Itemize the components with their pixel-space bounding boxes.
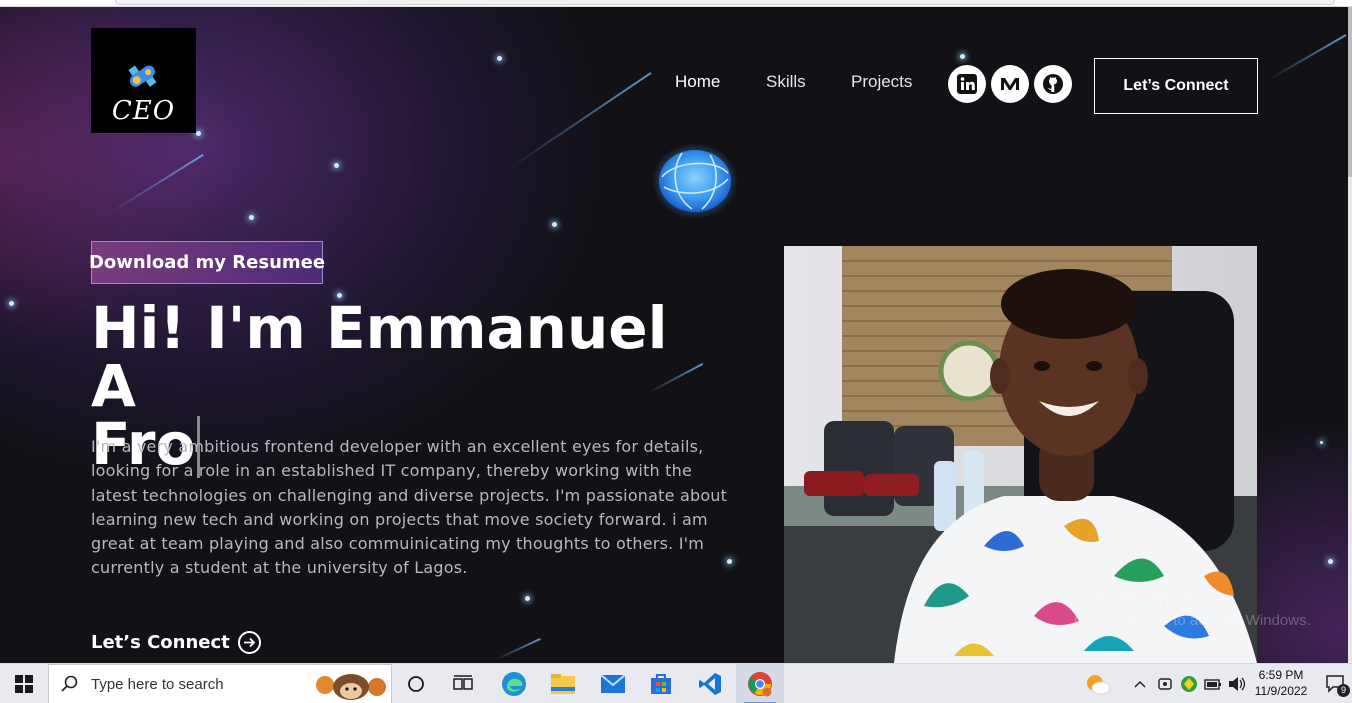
taskbar-vscode[interactable] — [686, 664, 734, 703]
meet-icon — [1158, 678, 1172, 690]
star — [334, 163, 339, 168]
star — [552, 222, 557, 227]
task-view-icon — [453, 675, 473, 690]
hero-title-line1: Hi! I'm Emmanuel A — [91, 294, 668, 420]
planet-icon — [652, 143, 738, 219]
github-link[interactable] — [1034, 65, 1072, 103]
shooting-star — [109, 153, 204, 214]
search-placeholder: Type here to search — [91, 675, 224, 693]
github-icon — [1043, 74, 1063, 94]
search-icon — [61, 675, 78, 692]
clock-time: 6:59 PM — [1258, 668, 1304, 682]
vscode-icon — [699, 673, 721, 695]
star — [525, 596, 530, 601]
weather-widget[interactable] — [1082, 664, 1114, 703]
taskbar-search-box[interactable]: Type here to search — [48, 664, 392, 703]
battery-icon — [1204, 679, 1221, 690]
battery-tray-button[interactable] — [1202, 664, 1224, 703]
clock-date: 11/9/2022 — [1254, 684, 1308, 698]
file-explorer-icon — [551, 674, 575, 694]
browser-tab-edge — [115, 0, 1335, 5]
weather-icon — [1087, 675, 1111, 695]
task-view-button[interactable] — [441, 664, 485, 703]
lets-connect-link-label: Let’s Connect — [91, 632, 230, 653]
activate-windows-subtitle: Go to Settings to activate Windows. — [1074, 612, 1311, 629]
chrome-icon — [748, 672, 772, 697]
notification-center-button[interactable]: 9 — [1320, 664, 1352, 703]
meet-now-button[interactable] — [1154, 664, 1176, 703]
star — [960, 54, 965, 59]
medium-icon — [1001, 78, 1019, 90]
star — [1320, 441, 1323, 444]
portfolio-page: CEO Home Skills Projects Let’s Connect D… — [0, 7, 1348, 663]
taskbar-store[interactable] — [637, 664, 685, 703]
start-button[interactable] — [0, 664, 48, 703]
chevron-up-icon — [1134, 680, 1146, 688]
star — [196, 131, 201, 136]
taskbar-clock[interactable]: 6:59 PM 11/9/2022 — [1250, 667, 1312, 699]
notification-count-badge: 9 — [1337, 684, 1350, 697]
nav-projects[interactable]: Projects — [851, 72, 912, 92]
nav-home[interactable]: Home — [675, 72, 720, 92]
download-resume-button[interactable]: Download my Resumee — [89, 241, 325, 284]
shield-icon — [1181, 676, 1197, 692]
linkedin-icon — [957, 74, 977, 94]
star — [249, 215, 254, 220]
volume-tray-button[interactable] — [1226, 664, 1248, 703]
arrow-right-icon — [237, 631, 261, 654]
volume-icon — [1229, 677, 1246, 691]
logo-rocket-icon — [128, 65, 157, 87]
bio-text: I'm a very ambitious frontend developer … — [91, 437, 728, 578]
shooting-star — [1267, 34, 1347, 81]
windows-taskbar: Type here to search 6:59 PM 11/9/2022 9 — [0, 663, 1352, 703]
activate-windows-title: Activate Windows — [1074, 589, 1224, 610]
star — [1328, 559, 1333, 564]
mail-icon — [600, 674, 626, 693]
edge-icon — [502, 672, 526, 696]
star — [497, 56, 502, 61]
nav-skills[interactable]: Skills — [766, 72, 806, 92]
page-scrollbar[interactable] — [1348, 7, 1352, 663]
lets-connect-button[interactable]: Let’s Connect — [1094, 58, 1258, 114]
shooting-star — [509, 72, 652, 169]
taskbar-file-explorer[interactable] — [539, 664, 587, 703]
taskbar-chrome[interactable] — [736, 664, 784, 703]
windows-start-icon — [15, 675, 33, 693]
lets-connect-link[interactable]: Let’s Connect — [91, 631, 261, 654]
hedgehog-search-highlight-icon — [316, 674, 386, 700]
site-logo[interactable]: CEO — [91, 28, 196, 133]
cortana-button[interactable] — [394, 664, 438, 703]
browser-top-strip — [0, 0, 1352, 7]
security-tray-button[interactable] — [1178, 664, 1200, 703]
shooting-star — [494, 637, 541, 661]
taskbar-mail[interactable] — [589, 664, 637, 703]
tray-overflow-button[interactable] — [1130, 664, 1150, 703]
medium-link[interactable] — [991, 65, 1029, 103]
store-icon — [651, 674, 671, 694]
linkedin-link[interactable] — [948, 65, 986, 103]
star — [9, 301, 14, 306]
logo-text: CEO — [111, 96, 176, 126]
taskbar-edge[interactable] — [490, 664, 538, 703]
cortana-icon — [408, 676, 424, 692]
scrollbar-thumb[interactable] — [1348, 7, 1352, 177]
